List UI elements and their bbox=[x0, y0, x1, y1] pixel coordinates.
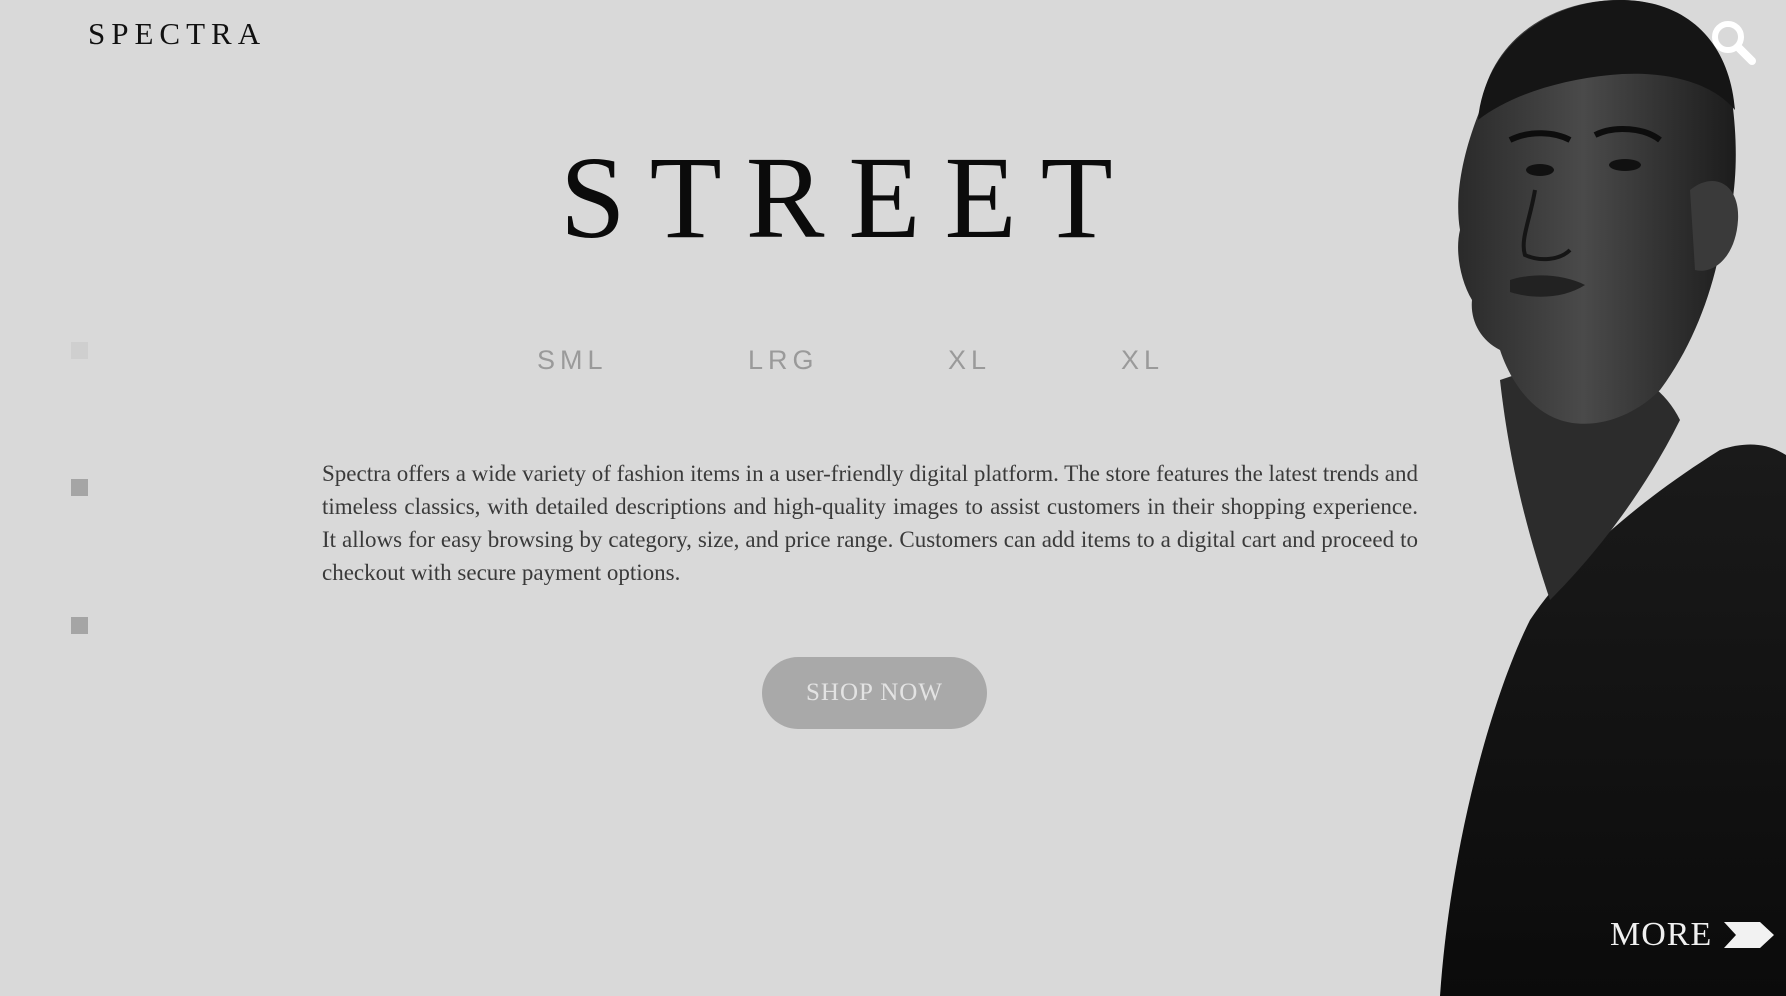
shop-now-button[interactable]: SHOP NOW bbox=[762, 657, 987, 729]
brand-logo[interactable]: SPECTRA bbox=[88, 16, 266, 52]
size-option-sml[interactable]: SML bbox=[537, 345, 608, 376]
arrow-right-icon bbox=[1724, 922, 1775, 948]
slider-dot-3[interactable] bbox=[71, 617, 88, 634]
more-link[interactable]: MORE bbox=[1610, 916, 1775, 954]
hero-description: Spectra offers a wide variety of fashion… bbox=[322, 461, 1418, 585]
size-option-xl[interactable]: XL bbox=[948, 345, 991, 376]
model-photo bbox=[1440, 0, 1786, 996]
hero-title: STREET bbox=[560, 132, 1137, 263]
size-options: SML LRG XL XL bbox=[0, 345, 1786, 385]
size-option-lrg[interactable]: LRG bbox=[748, 345, 819, 376]
slider-dot-2[interactable] bbox=[71, 479, 88, 496]
slider-dot-1[interactable] bbox=[71, 342, 88, 359]
size-option-xl-2[interactable]: XL bbox=[1121, 345, 1164, 376]
more-label: MORE bbox=[1610, 916, 1713, 953]
